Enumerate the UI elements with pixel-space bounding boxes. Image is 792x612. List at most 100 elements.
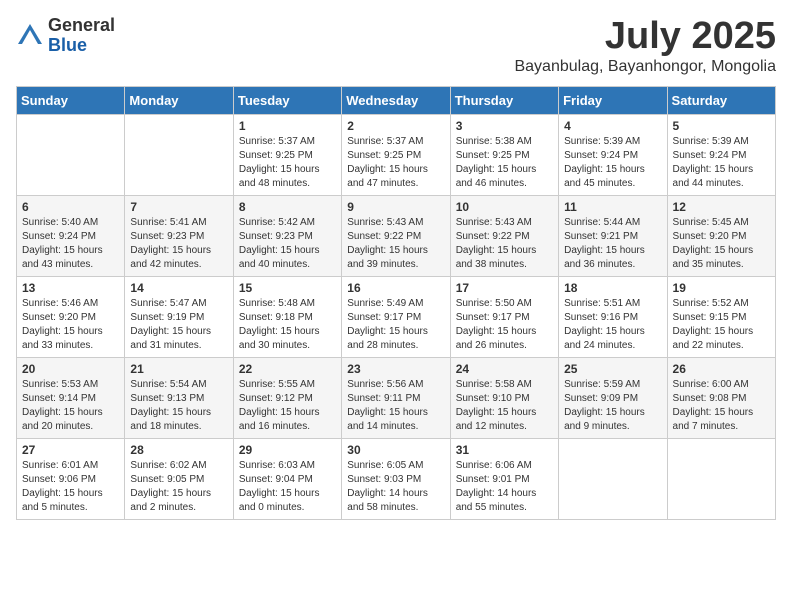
logo-icon [16, 22, 44, 50]
day-info: Sunrise: 5:42 AMSunset: 9:23 PMDaylight:… [239, 216, 336, 272]
day-number: 21 [130, 362, 227, 376]
calendar-cell: 26 Sunrise: 6:00 AMSunset: 9:08 PMDayligh… [667, 357, 775, 438]
day-info: Sunrise: 6:00 AMSunset: 9:08 PMDaylight:… [673, 378, 770, 434]
calendar-header: SundayMondayTuesdayWednesdayThursdayFrid… [17, 86, 776, 114]
day-number: 27 [22, 443, 119, 457]
month-title: July 2025 [514, 16, 776, 58]
calendar-cell [667, 438, 775, 519]
day-info: Sunrise: 6:03 AMSunset: 9:04 PMDaylight:… [239, 459, 336, 515]
day-number: 13 [22, 281, 119, 295]
day-info: Sunrise: 6:05 AMSunset: 9:03 PMDaylight:… [347, 459, 444, 515]
weekday-header-wednesday: Wednesday [342, 86, 450, 114]
weekday-header-friday: Friday [559, 86, 667, 114]
calendar-cell: 1 Sunrise: 5:37 AMSunset: 9:25 PMDaylight… [233, 114, 341, 195]
day-number: 24 [456, 362, 553, 376]
day-number: 17 [456, 281, 553, 295]
day-info: Sunrise: 6:01 AMSunset: 9:06 PMDaylight:… [22, 459, 119, 515]
calendar-cell: 23 Sunrise: 5:56 AMSunset: 9:11 PMDayligh… [342, 357, 450, 438]
calendar-cell: 15Sunrise: 5:48 AMSunset: 9:18 PMDayligh… [233, 276, 341, 357]
day-info: Sunrise: 5:50 AMSunset: 9:17 PMDaylight:… [456, 297, 553, 353]
day-number: 15 [239, 281, 336, 295]
day-number: 11 [564, 200, 661, 214]
logo-text: General Blue [48, 16, 115, 56]
calendar-week-5: 27 Sunrise: 6:01 AMSunset: 9:06 PMDayligh… [17, 438, 776, 519]
day-number: 19 [673, 281, 770, 295]
day-number: 22 [239, 362, 336, 376]
logo: General Blue [16, 16, 115, 56]
day-info: Sunrise: 5:52 AMSunset: 9:15 PMDaylight:… [673, 297, 770, 353]
calendar-cell: 13Sunrise: 5:46 AMSunset: 9:20 PMDayligh… [17, 276, 125, 357]
day-info: Sunrise: 5:38 AMSunset: 9:25 PMDaylight:… [456, 135, 553, 191]
weekday-header-sunday: Sunday [17, 86, 125, 114]
calendar-cell [17, 114, 125, 195]
calendar-cell: 22Sunrise: 5:55 AMSunset: 9:12 PMDayligh… [233, 357, 341, 438]
calendar-cell: 14 Sunrise: 5:47 AMSunset: 9:19 PMDayligh… [125, 276, 233, 357]
day-number: 26 [673, 362, 770, 376]
calendar-cell: 8Sunrise: 5:42 AMSunset: 9:23 PMDaylight… [233, 195, 341, 276]
day-number: 28 [130, 443, 227, 457]
day-number: 29 [239, 443, 336, 457]
calendar-week-3: 13Sunrise: 5:46 AMSunset: 9:20 PMDayligh… [17, 276, 776, 357]
logo-blue: Blue [48, 36, 115, 56]
day-info: Sunrise: 5:39 AMSunset: 9:24 PMDaylight:… [673, 135, 770, 191]
day-number: 23 [347, 362, 444, 376]
calendar-cell: 11Sunrise: 5:44 AMSunset: 9:21 PMDayligh… [559, 195, 667, 276]
day-info: Sunrise: 5:54 AMSunset: 9:13 PMDaylight:… [130, 378, 227, 434]
calendar-cell: 16Sunrise: 5:49 AMSunset: 9:17 PMDayligh… [342, 276, 450, 357]
day-number: 9 [347, 200, 444, 214]
day-number: 25 [564, 362, 661, 376]
calendar-cell [125, 114, 233, 195]
calendar-cell: 31Sunrise: 6:06 AMSunset: 9:01 PMDayligh… [450, 438, 558, 519]
day-info: Sunrise: 5:47 AMSunset: 9:19 PMDaylight:… [130, 297, 227, 353]
calendar-cell: 6 Sunrise: 5:40 AMSunset: 9:24 PMDaylight… [17, 195, 125, 276]
weekday-header-monday: Monday [125, 86, 233, 114]
calendar-cell: 24Sunrise: 5:58 AMSunset: 9:10 PMDayligh… [450, 357, 558, 438]
calendar-cell: 2 Sunrise: 5:37 AMSunset: 9:25 PMDaylight… [342, 114, 450, 195]
calendar-cell: 3Sunrise: 5:38 AMSunset: 9:25 PMDaylight… [450, 114, 558, 195]
calendar-cell: 7 Sunrise: 5:41 AMSunset: 9:23 PMDaylight… [125, 195, 233, 276]
day-info: Sunrise: 5:40 AMSunset: 9:24 PMDaylight:… [22, 216, 119, 272]
day-number: 10 [456, 200, 553, 214]
day-number: 18 [564, 281, 661, 295]
calendar-cell: 18 Sunrise: 5:51 AMSunset: 9:16 PMDayligh… [559, 276, 667, 357]
day-info: Sunrise: 5:51 AMSunset: 9:16 PMDaylight:… [564, 297, 661, 353]
day-number: 16 [347, 281, 444, 295]
weekday-header-thursday: Thursday [450, 86, 558, 114]
day-info: Sunrise: 5:43 AMSunset: 9:22 PMDaylight:… [347, 216, 444, 272]
day-info: Sunrise: 5:53 AMSunset: 9:14 PMDaylight:… [22, 378, 119, 434]
day-info: Sunrise: 5:39 AMSunset: 9:24 PMDaylight:… [564, 135, 661, 191]
day-number: 1 [239, 119, 336, 133]
day-info: Sunrise: 5:37 AMSunset: 9:25 PMDaylight:… [347, 135, 444, 191]
day-info: Sunrise: 6:02 AMSunset: 9:05 PMDaylight:… [130, 459, 227, 515]
calendar-cell: 28 Sunrise: 6:02 AMSunset: 9:05 PMDayligh… [125, 438, 233, 519]
calendar-week-4: 20 Sunrise: 5:53 AMSunset: 9:14 PMDayligh… [17, 357, 776, 438]
day-number: 2 [347, 119, 444, 133]
calendar-cell: 9 Sunrise: 5:43 AMSunset: 9:22 PMDaylight… [342, 195, 450, 276]
calendar-cell: 30Sunrise: 6:05 AMSunset: 9:03 PMDayligh… [342, 438, 450, 519]
calendar-cell: 4Sunrise: 5:39 AMSunset: 9:24 PMDaylight… [559, 114, 667, 195]
calendar-cell: 17 Sunrise: 5:50 AMSunset: 9:17 PMDayligh… [450, 276, 558, 357]
calendar-cell: 12Sunrise: 5:45 AMSunset: 9:20 PMDayligh… [667, 195, 775, 276]
calendar-week-1: 1 Sunrise: 5:37 AMSunset: 9:25 PMDaylight… [17, 114, 776, 195]
calendar-week-2: 6 Sunrise: 5:40 AMSunset: 9:24 PMDaylight… [17, 195, 776, 276]
weekday-header-saturday: Saturday [667, 86, 775, 114]
calendar-cell: 25 Sunrise: 5:59 AMSunset: 9:09 PMDayligh… [559, 357, 667, 438]
day-number: 20 [22, 362, 119, 376]
day-info: Sunrise: 5:59 AMSunset: 9:09 PMDaylight:… [564, 378, 661, 434]
day-number: 14 [130, 281, 227, 295]
day-info: Sunrise: 5:37 AMSunset: 9:25 PMDaylight:… [239, 135, 336, 191]
logo-general: General [48, 16, 115, 36]
calendar-body: 1 Sunrise: 5:37 AMSunset: 9:25 PMDaylight… [17, 114, 776, 519]
day-info: Sunrise: 6:06 AMSunset: 9:01 PMDaylight:… [456, 459, 553, 515]
calendar-cell: 10 Sunrise: 5:43 AMSunset: 9:22 PMDayligh… [450, 195, 558, 276]
day-info: Sunrise: 5:41 AMSunset: 9:23 PMDaylight:… [130, 216, 227, 272]
day-number: 6 [22, 200, 119, 214]
day-number: 7 [130, 200, 227, 214]
calendar-cell [559, 438, 667, 519]
calendar-cell: 21 Sunrise: 5:54 AMSunset: 9:13 PMDayligh… [125, 357, 233, 438]
day-info: Sunrise: 5:43 AMSunset: 9:22 PMDaylight:… [456, 216, 553, 272]
calendar-cell: 20 Sunrise: 5:53 AMSunset: 9:14 PMDayligh… [17, 357, 125, 438]
header: General Blue July 2025 Bayanbulag, Bayan… [16, 16, 776, 76]
day-number: 12 [673, 200, 770, 214]
day-info: Sunrise: 5:56 AMSunset: 9:11 PMDaylight:… [347, 378, 444, 434]
